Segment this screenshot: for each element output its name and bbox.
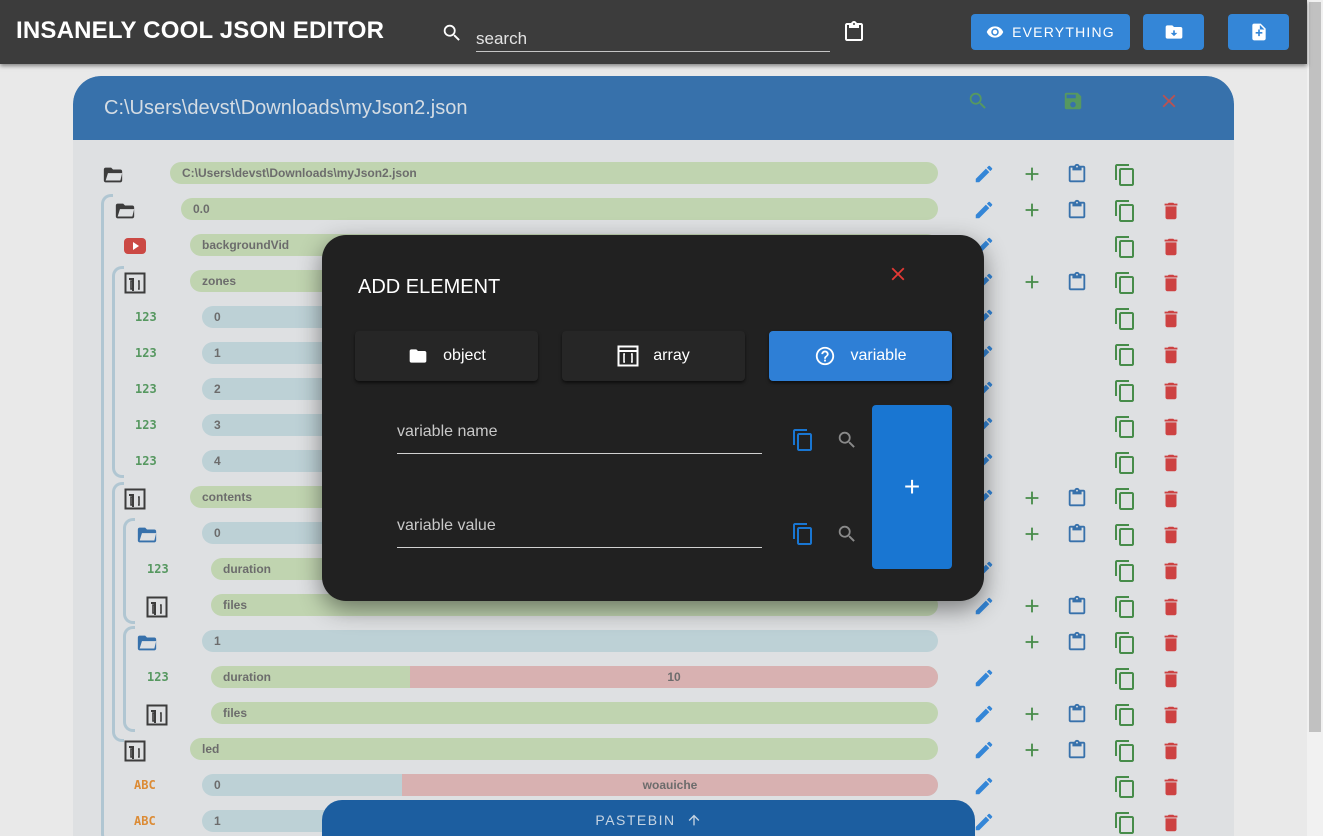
folder-icon bbox=[409, 349, 427, 363]
add-element-dialog: ADD ELEMENT object array variable + bbox=[322, 235, 984, 601]
pastebin-label: PASTEBIN bbox=[595, 812, 676, 828]
dialog-title: ADD ELEMENT bbox=[358, 276, 501, 298]
variable-name-field bbox=[397, 406, 762, 454]
copy-icon[interactable] bbox=[791, 521, 815, 547]
variable-value-input[interactable] bbox=[397, 500, 762, 547]
search-icon[interactable] bbox=[836, 523, 858, 545]
variable-name-input[interactable] bbox=[397, 406, 762, 453]
variable-value-field bbox=[397, 500, 762, 548]
pastebin-button[interactable]: PASTEBIN bbox=[322, 800, 975, 836]
type-object-button[interactable]: object bbox=[355, 331, 538, 381]
arrow-up-icon bbox=[688, 814, 699, 826]
search-icon[interactable] bbox=[836, 429, 858, 451]
type-variable-button[interactable]: variable bbox=[769, 331, 952, 381]
array-icon bbox=[617, 345, 639, 367]
close-icon[interactable] bbox=[887, 263, 909, 285]
help-circle-icon bbox=[816, 346, 835, 366]
add-element-button[interactable]: + bbox=[872, 405, 952, 569]
type-variable-label: variable bbox=[850, 347, 907, 364]
scrollbar-thumb[interactable] bbox=[1309, 2, 1321, 732]
type-array-button[interactable]: array bbox=[562, 331, 745, 381]
type-array-label: array bbox=[653, 347, 690, 364]
copy-icon[interactable] bbox=[791, 427, 815, 453]
type-object-label: object bbox=[443, 347, 486, 364]
